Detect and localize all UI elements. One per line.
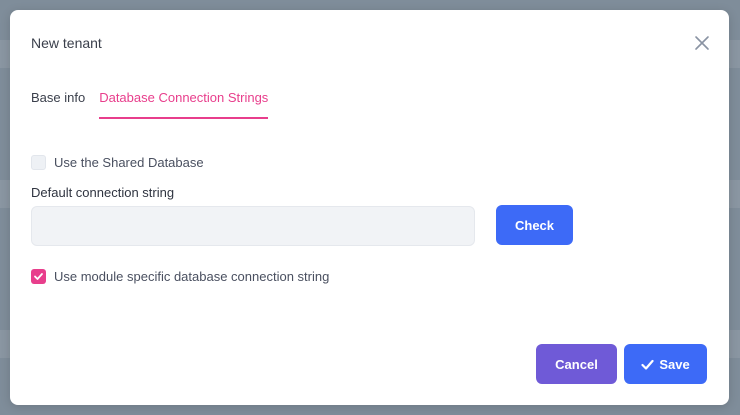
tab-bar: Base info Database Connection Strings [31,90,269,119]
check-button[interactable]: Check [496,205,573,245]
shared-database-option: Use the Shared Database [31,155,204,170]
module-specific-label: Use module specific database connection … [54,269,330,284]
cancel-button[interactable]: Cancel [536,344,617,384]
new-tenant-modal: New tenant Base info Database Connection… [10,10,729,405]
close-icon [695,36,709,50]
close-button[interactable] [693,34,711,52]
shared-database-checkbox[interactable] [31,155,46,170]
checkmark-icon [34,273,43,280]
save-button-label: Save [659,356,690,372]
connection-string-label: Default connection string [31,185,175,200]
module-specific-checkbox[interactable] [31,269,46,284]
shared-database-label: Use the Shared Database [54,155,204,170]
check-icon [641,359,654,370]
tab-base-info[interactable]: Base info [31,90,85,119]
tab-database-connection-strings[interactable]: Database Connection Strings [99,90,269,119]
module-specific-option: Use module specific database connection … [31,269,329,284]
modal-title: New tenant [31,35,102,51]
connection-string-input[interactable] [31,206,475,246]
save-button[interactable]: Save [624,344,707,384]
